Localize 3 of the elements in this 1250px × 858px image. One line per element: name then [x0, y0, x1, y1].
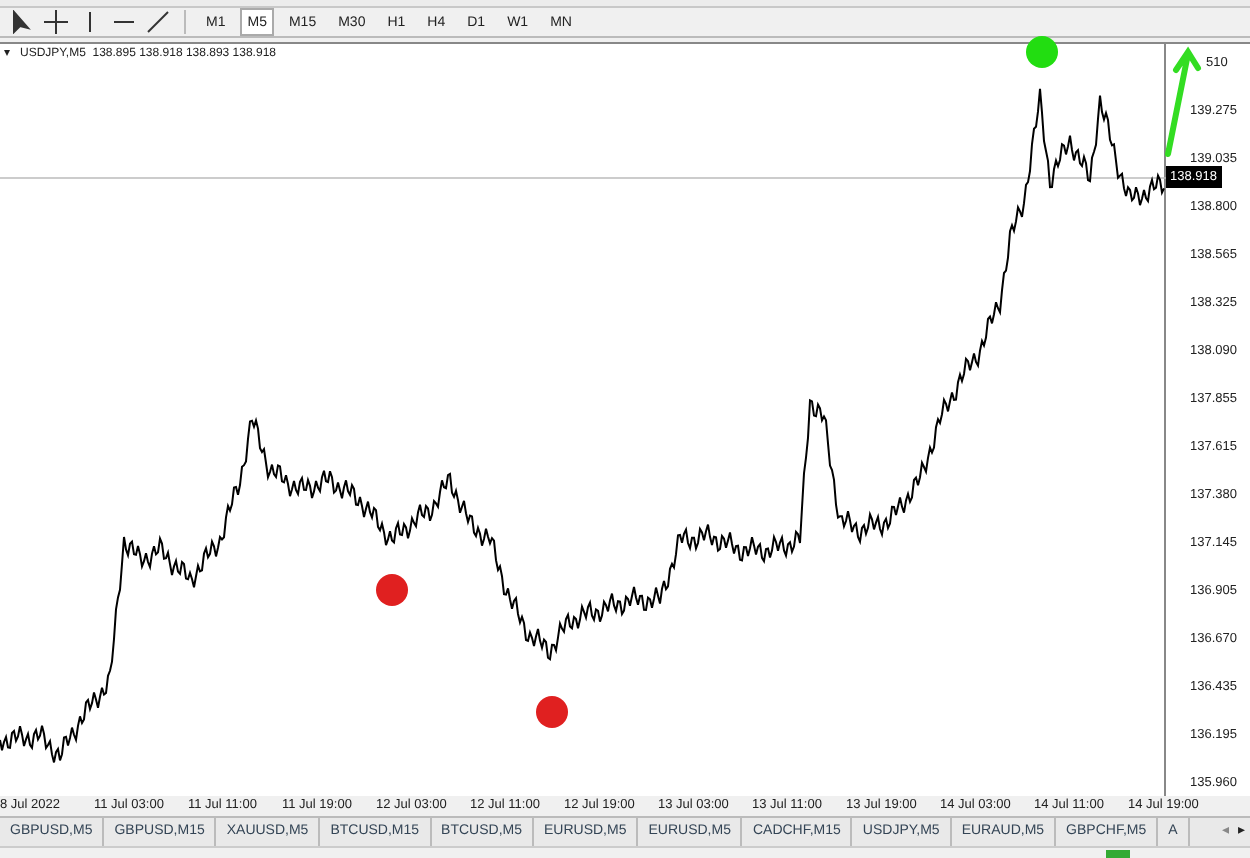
connection-icon: [1106, 850, 1130, 858]
trendline-icon[interactable]: [144, 10, 172, 35]
crosshair-icon[interactable]: [42, 10, 70, 35]
